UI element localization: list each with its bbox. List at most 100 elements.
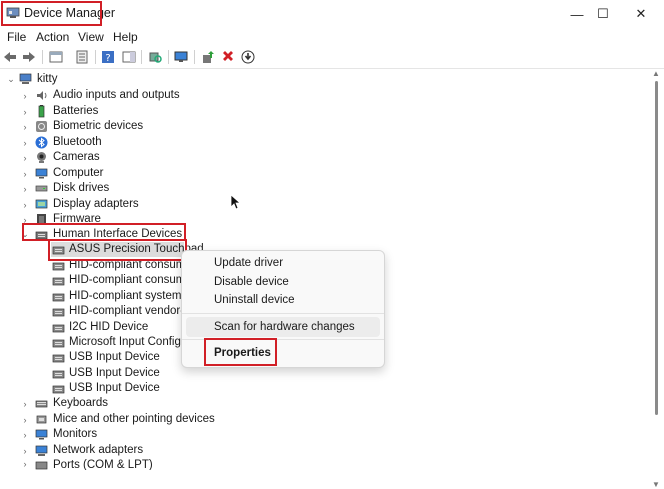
hid-device-icon [52,293,65,302]
category-label: Biometric devices [53,120,144,132]
tree-category[interactable]: › Mice and other pointing devices [0,412,640,427]
show-hide-tree-button[interactable] [48,49,64,65]
forward-arrow-icon [23,52,35,62]
menu-action[interactable]: Action [36,30,69,44]
chevron-right-icon[interactable]: › [20,166,30,181]
monitor-toolbar-button[interactable] [173,49,189,65]
hid-device-icon [52,354,65,363]
chevron-right-icon[interactable]: › [20,150,30,165]
chevron-right-icon[interactable]: › [20,135,30,150]
close-button[interactable]: ✕ [618,0,664,28]
tree-category[interactable]: › Batteries [0,104,640,119]
action-pane-button[interactable] [121,49,137,65]
menu-file[interactable]: File [7,30,26,44]
chevron-right-icon[interactable]: › [20,181,30,196]
title-bar: Device Manager — ☐ ✕ [0,0,664,28]
menu-disable-device[interactable]: Disable device [214,276,289,288]
speaker-icon [37,91,47,100]
device-label: I2C HID Device [69,321,149,333]
properties-toolbar-button[interactable] [74,49,90,65]
chevron-right-icon[interactable]: › [20,427,30,442]
tree-root-label: kitty [37,73,58,85]
battery-icon [38,105,45,118]
touchpad-highlight-box [48,239,187,261]
chevron-right-icon[interactable]: › [20,396,30,411]
uninstall-toolbar-button[interactable] [220,49,236,65]
tree-device[interactable]: HID-compliant vendor-de [51,304,186,319]
hid-device-icon [52,339,65,348]
tree-category[interactable]: › Display adapters [0,197,640,212]
tree-device[interactable]: Microsoft Input Configur [51,335,186,350]
scrollbar-thumb[interactable] [655,81,658,415]
chevron-down-icon[interactable]: ⌄ [6,72,16,87]
download-circle-icon [241,50,255,64]
red-x-icon [223,51,233,61]
menu-update-driver[interactable]: Update driver [214,257,283,269]
category-label: Disk drives [53,182,110,194]
update-driver-toolbar-button[interactable] [200,49,216,65]
tree-device[interactable]: HID-compliant system co [51,289,186,304]
tree-category[interactable]: › Audio inputs and outputs [0,88,640,103]
chevron-right-icon[interactable]: › [20,443,30,458]
tree-category[interactable]: › Computer [0,166,640,181]
tree-category[interactable]: › Keyboards [0,396,640,411]
chevron-right-icon[interactable]: › [20,458,30,470]
category-label: Computer [53,167,104,179]
tree-device[interactable]: HID-compliant consumer [51,273,186,288]
tree-device[interactable]: USB Input Device [51,381,186,396]
category-label: Batteries [53,105,99,117]
chevron-right-icon[interactable]: › [20,412,30,427]
tree-category[interactable]: › Disk drives [0,181,640,196]
chevron-right-icon[interactable]: › [20,119,30,134]
hid-device-icon [52,308,65,317]
tree-category[interactable]: › Biometric devices [0,119,640,134]
tree-category[interactable]: › Bluetooth [0,135,640,150]
properties-icon [76,50,88,64]
maximize-icon: ☐ [597,6,609,21]
tree-category[interactable]: › Cameras [0,150,640,165]
category-label: Audio inputs and outputs [53,89,180,101]
category-label: Bluetooth [53,136,102,148]
menu-help[interactable]: Help [113,30,138,44]
back-arrow-icon [4,52,16,62]
monitor-icon [35,429,48,440]
device-label: HID-compliant vendor-de [69,305,186,317]
tree-category[interactable]: › Monitors [0,427,640,442]
category-label: Keyboards [53,397,108,409]
tree-device[interactable]: USB Input Device [51,350,186,365]
update-driver-icon [203,51,214,63]
svg-text:?: ? [105,53,110,64]
chevron-right-icon[interactable]: › [20,197,30,212]
action-pane-icon [122,51,136,63]
toolbar: ? [0,46,664,69]
tree-category[interactable]: › Ports (COM & LPT) [0,458,640,470]
chevron-right-icon[interactable]: › [20,88,30,103]
back-button[interactable] [2,49,18,65]
display-adapter-icon [35,199,48,209]
computer-icon [19,73,32,84]
close-icon: ✕ [635,6,647,21]
scan-hardware-button[interactable] [147,49,163,65]
scroll-up-icon[interactable]: ▲ [652,69,660,78]
menu-scan-hardware[interactable]: Scan for hardware changes [214,321,355,333]
title-highlight-box [1,1,102,26]
tree-device[interactable]: USB Input Device [51,366,186,381]
help-toolbar-button[interactable]: ? [100,49,116,65]
forward-button[interactable] [21,49,37,65]
tree-root[interactable]: ⌄ kitty [0,72,640,87]
category-label: Network adapters [53,444,144,456]
scroll-down-icon[interactable]: ▼ [652,480,660,489]
hid-device-icon [52,385,65,394]
enable-device-toolbar-button[interactable] [240,49,256,65]
monitor-icon [35,168,48,179]
tree-category[interactable]: › Network adapters [0,443,640,458]
menu-uninstall-device[interactable]: Uninstall device [214,294,295,306]
category-label: Cameras [53,151,100,163]
tree-device[interactable]: I2C HID Device [51,320,186,335]
device-label: Microsoft Input Configur [69,336,186,348]
vertical-scrollbar[interactable]: ▲ ▼ [650,69,664,489]
camera-icon [37,152,46,163]
chevron-right-icon[interactable]: › [20,104,30,119]
menu-view[interactable]: View [78,30,104,44]
bluetooth-icon [35,136,48,149]
